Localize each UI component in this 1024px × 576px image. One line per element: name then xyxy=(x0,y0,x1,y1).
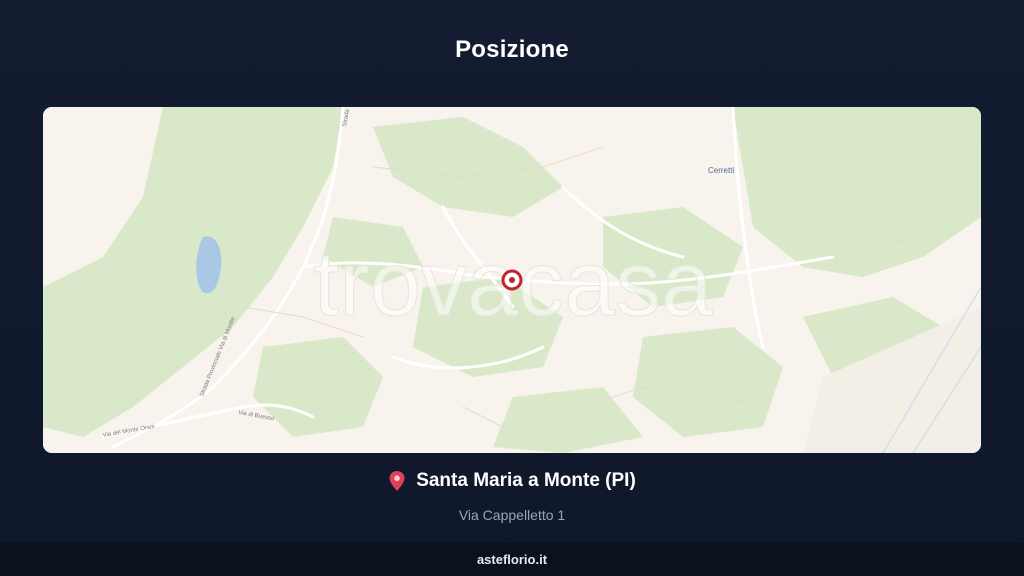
map-canvas: Cerretti Strada Strada Provinciale Via d… xyxy=(43,107,981,453)
page-title: Posizione xyxy=(455,36,569,63)
address: Via Cappelletto 1 xyxy=(458,507,566,523)
map-label-cerretti: Cerretti xyxy=(708,166,734,175)
location-map[interactable]: Cerretti Strada Strada Provinciale Via d… xyxy=(43,107,981,453)
location-info: Santa Maria a Monte (PI) Via Cappelletto… xyxy=(0,470,1024,523)
location-marker-icon[interactable] xyxy=(501,269,523,291)
footer-site[interactable]: asteflorio.it xyxy=(0,543,1024,576)
pin-icon xyxy=(389,471,405,491)
place-name: Santa Maria a Monte (PI) xyxy=(416,470,636,491)
